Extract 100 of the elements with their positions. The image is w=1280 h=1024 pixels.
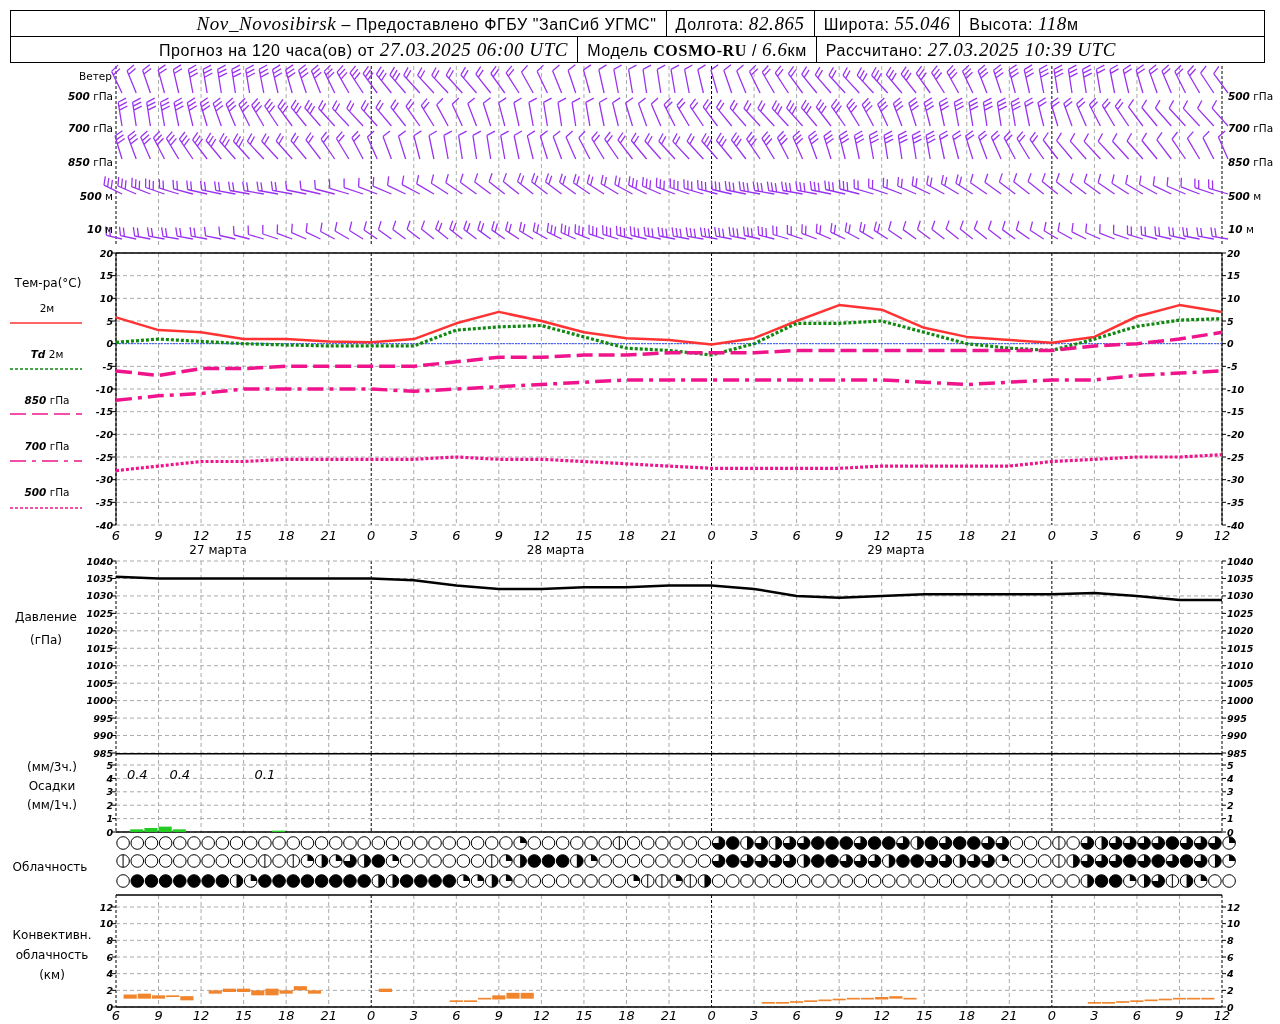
axis-tick-label: 0 xyxy=(106,1001,113,1013)
axis-tick-label: 18 xyxy=(958,528,976,543)
axis-tick-label: 12 xyxy=(873,528,890,543)
axis-tick-label: 1000 xyxy=(1227,695,1254,707)
precipitation-amount: 0.4 xyxy=(169,767,191,783)
axis-tick-label: 3 xyxy=(1090,528,1099,543)
wind-level-label: 10 м xyxy=(1228,223,1254,235)
axis-tick-label: 12 xyxy=(192,528,210,543)
legend-label: Td 2м xyxy=(30,348,64,360)
axis-tick-label: 1010 xyxy=(1227,660,1254,672)
axis-tick-label: 1030 xyxy=(86,590,113,602)
axis-tick-label: 9 xyxy=(154,1008,163,1023)
panel-label: (мм/1ч.) xyxy=(26,798,78,812)
axis-tick-label: 0 xyxy=(1227,338,1234,350)
wind-level-label: 850 гПа xyxy=(1228,156,1274,168)
axis-tick-label: 6 xyxy=(792,1008,801,1023)
axis-tick-label: 1015 xyxy=(1227,642,1254,654)
axis-tick-label: 21 xyxy=(660,528,678,543)
axis-tick-label: -15 xyxy=(1227,406,1245,418)
axis-tick-label: 1010 xyxy=(86,660,113,672)
axis-tick-label: 9 xyxy=(835,528,844,543)
axis-tick-label: 12 xyxy=(1227,901,1241,913)
axis-tick-label: 20 xyxy=(99,247,113,259)
header-text: Рассчитано: 27.03.2025 10:39 UTC xyxy=(815,37,1126,62)
axis-tick-label: 1025 xyxy=(1227,607,1254,619)
axis-tick-label: 20 xyxy=(1227,247,1241,259)
date-label: 27 марта xyxy=(189,543,247,557)
axis-tick-label: 6 xyxy=(1132,1008,1142,1023)
axis-tick-label: 18 xyxy=(277,1008,295,1023)
axis-tick-label: -40 xyxy=(95,519,113,531)
axis-tick-label: 1035 xyxy=(1227,572,1254,584)
axis-tick-label: -30 xyxy=(95,474,113,486)
axis-tick-label: 0 xyxy=(106,338,113,350)
axis-tick-label: 15 xyxy=(1227,270,1241,282)
legend-label: 2м xyxy=(39,302,55,314)
wind-level-label: 700 гПа xyxy=(67,122,113,134)
axis-tick-label: 21 xyxy=(1001,1008,1018,1023)
axis-tick-label: 21 xyxy=(320,528,337,543)
header-text: Широта: 55.046 xyxy=(813,11,960,36)
wind-level-label: 500 гПа xyxy=(67,90,113,102)
date-label: 29 марта xyxy=(867,543,925,557)
axis-tick-label: 9 xyxy=(1175,528,1184,543)
axis-tick-label: 3 xyxy=(106,786,113,798)
axis-tick-label: 0 xyxy=(1047,528,1056,543)
axis-tick-label: 15 xyxy=(915,528,933,543)
axis-tick-label: 18 xyxy=(958,1008,976,1023)
axis-tick-label: 12 xyxy=(873,1008,890,1023)
axis-tick-label: 6 xyxy=(452,1008,461,1023)
axis-tick-label: -35 xyxy=(1227,496,1245,508)
axis-tick-label: -40 xyxy=(1227,519,1245,531)
precipitation-amount: 0.1 xyxy=(254,767,276,783)
axis-tick-label: 9 xyxy=(1175,1008,1184,1023)
panel-label: (мм/3ч.) xyxy=(26,760,78,774)
axis-tick-label: 990 xyxy=(93,730,113,742)
axis-tick-label: -5 xyxy=(1227,360,1238,372)
axis-tick-label: 1000 xyxy=(86,695,113,707)
axis-tick-label: 15 xyxy=(915,1008,933,1023)
wind-level-label: 10 м xyxy=(87,223,113,235)
axis-tick-label: 1025 xyxy=(86,607,113,619)
axis-tick-label: 2 xyxy=(106,984,113,996)
axis-tick-label: 12 xyxy=(533,1008,550,1023)
panel-label: (гПа) xyxy=(30,633,62,647)
axis-tick-label: 1020 xyxy=(1227,625,1254,637)
axis-tick-label: 21 xyxy=(1001,528,1018,543)
axis-tick-label: 9 xyxy=(494,528,503,543)
axis-tick-label: 1040 xyxy=(1227,555,1254,567)
axis-tick-label: 6 xyxy=(106,951,113,963)
axis-tick-label: 2 xyxy=(106,799,113,811)
axis-tick-label: 12 xyxy=(533,528,550,543)
axis-tick-label: -25 xyxy=(1227,451,1245,463)
axis-tick-label: 5 xyxy=(106,315,113,327)
axis-tick-label: 5 xyxy=(106,759,113,771)
axis-tick-label: 15 xyxy=(235,1008,252,1023)
header-text: Модель COSMO-RU / 6.6км xyxy=(577,37,816,62)
axis-tick-label: 1005 xyxy=(86,677,113,689)
wind-level-label: 500 м xyxy=(1228,190,1262,202)
axis-tick-label: -10 xyxy=(1227,383,1245,395)
axis-tick-label: 12 xyxy=(99,901,113,913)
axis-tick-label: -35 xyxy=(95,496,113,508)
axis-tick-label: 1 xyxy=(106,813,113,825)
axis-tick-label: 0 xyxy=(106,826,113,838)
panel-label: Осадки xyxy=(28,779,76,793)
axis-tick-label: 4 xyxy=(1227,772,1234,784)
axis-tick-label: 3 xyxy=(749,1008,759,1023)
axis-tick-label: 8 xyxy=(1227,934,1234,946)
axis-tick-label: 3 xyxy=(1227,786,1234,798)
axis-tick-label: 3 xyxy=(749,528,759,543)
axis-tick-label: 18 xyxy=(618,528,635,543)
panel-label: Тем-ра(°C) xyxy=(14,276,82,290)
axis-tick-label: 1020 xyxy=(86,625,113,637)
axis-tick-label: 18 xyxy=(277,528,295,543)
axis-tick-label: 0 xyxy=(367,528,376,543)
axis-tick-label: 15 xyxy=(99,270,113,282)
axis-tick-label: 9 xyxy=(835,1008,844,1023)
axis-tick-label: 0 xyxy=(707,1008,716,1023)
axis-tick-label: 10 xyxy=(99,292,113,304)
date-label: 28 марта xyxy=(526,543,585,557)
axis-tick-label: 4 xyxy=(1227,968,1234,980)
wind-level-label: 700 гПа xyxy=(1228,122,1274,134)
axis-tick-label: 0 xyxy=(707,528,716,543)
